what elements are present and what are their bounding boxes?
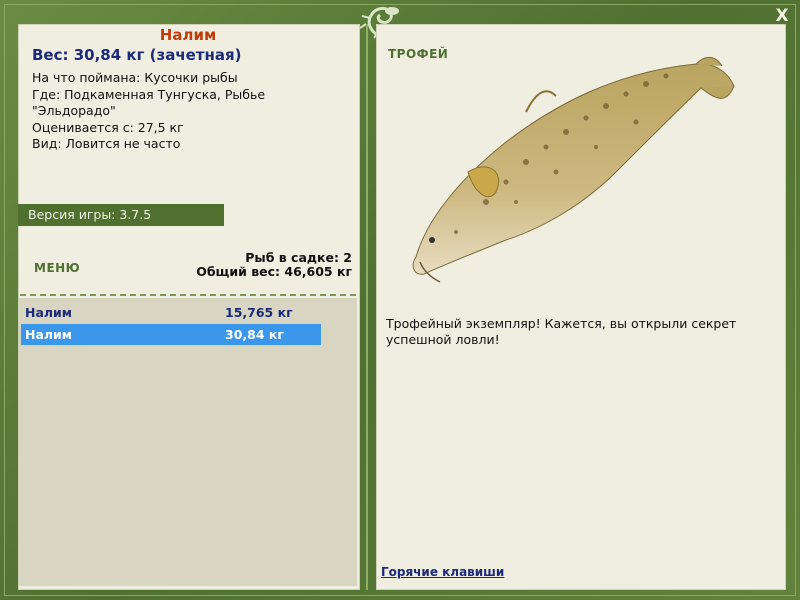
version-label: Версия игры: 3.7.5 <box>18 204 224 226</box>
close-button[interactable]: X <box>772 6 792 26</box>
catch-details: На что поймана: Кусочки рыбы Где: Подкам… <box>32 70 332 153</box>
detail-location: Где: Подкаменная Тунгуска, Рыбье "Эльдор… <box>32 86 270 119</box>
detail-bait: На что поймана: Кусочки рыбы <box>32 70 238 85</box>
hotkeys-link[interactable]: Горячие клавиши <box>381 565 504 579</box>
keepnet-row[interactable]: Налим 15,765 кг <box>21 302 321 323</box>
row-fish-weight: 30,84 кг <box>225 327 284 342</box>
keepnet-row-selected[interactable]: Налим 30,84 кг <box>21 324 321 345</box>
total-weight: Общий вес: 46,605 кг <box>196 264 352 279</box>
detail-species: Вид: Ловится не часто <box>32 136 181 151</box>
fish-count: Рыб в садке: 2 <box>245 250 352 265</box>
keepnet-summary: Рыб в садке: 2 Общий вес: 46,605 кг <box>196 251 352 279</box>
catch-weight: Вес: 30,84 кг (зачетная) <box>32 46 242 64</box>
row-fish-name: Налим <box>25 305 73 320</box>
panel-divider <box>366 24 368 590</box>
burbot-fish-image <box>412 57 735 283</box>
dashed-separator <box>20 294 356 296</box>
detail-evaluated: Оценивается с: 27,5 кг <box>32 119 184 135</box>
menu-button[interactable]: МЕНЮ <box>34 261 80 275</box>
row-fish-name: Налим <box>25 327 73 342</box>
fish-title: Налим <box>159 26 217 44</box>
trophy-description: Трофейный экземпляр! Кажется, вы открыли… <box>386 316 737 347</box>
row-fish-weight: 15,765 кг <box>225 305 293 320</box>
